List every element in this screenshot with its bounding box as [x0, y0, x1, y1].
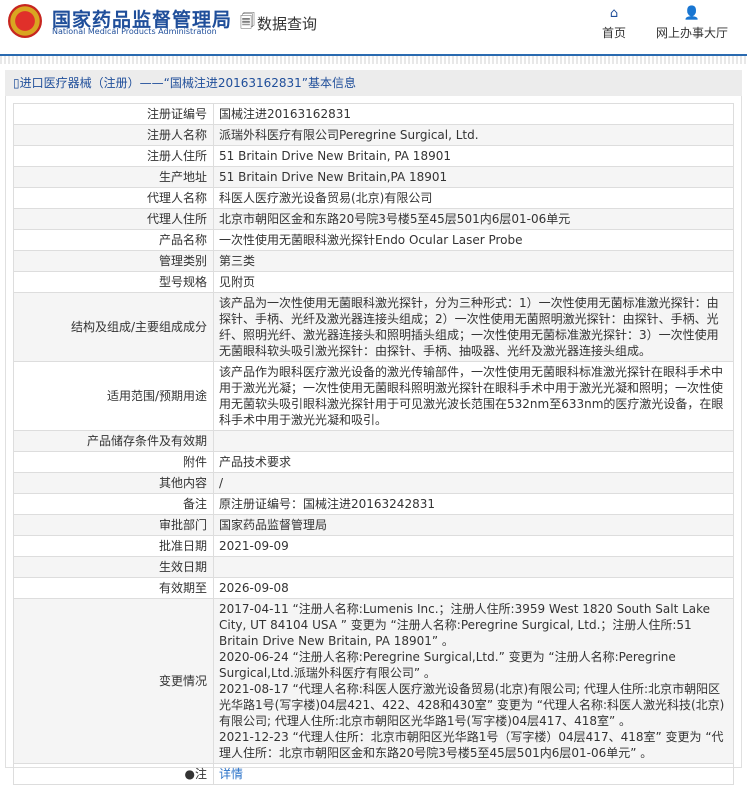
field-value: / [213, 472, 734, 494]
document-icon: ▯ [13, 76, 20, 90]
breadcrumb: ▯进口医疗器械（注册）——“国械注进20163162831”基本信息 [5, 70, 742, 96]
field-label: 附件 [13, 451, 214, 473]
table-row: 审批部门 国家药品监督管理局 [13, 514, 734, 536]
details-link[interactable]: 详情 [219, 767, 243, 781]
field-label: 代理人住所 [13, 208, 214, 230]
field-value: 一次性使用无菌眼科激光探针Endo Ocular Laser Probe [213, 229, 734, 251]
table-row: 生产地址 51 Britain Drive New Britain,PA 1890… [13, 166, 734, 188]
field-label: 备注 [13, 493, 214, 515]
field-value: 51 Britain Drive New Britain, PA 18901 [213, 145, 734, 167]
field-label: 注册证编号 [13, 103, 214, 125]
field-label: 代理人名称 [13, 187, 214, 209]
table-row: 注册人住所 51 Britain Drive New Britain, PA 18… [13, 145, 734, 167]
field-value: 见附页 [213, 271, 734, 293]
table-row: 生效日期 [13, 556, 734, 578]
table-row: 代理人名称 科医人医疗激光设备贸易(北京)有限公司 [13, 187, 734, 209]
changes-value: 2017-04-11 “注册人名称:Lumenis Inc.；注册人住所:395… [213, 598, 734, 764]
field-value: 2026-09-08 [213, 577, 734, 599]
field-label: 有效期至 [13, 577, 214, 599]
field-label: 审批部门 [13, 514, 214, 536]
field-value [213, 556, 734, 578]
national-emblem-logo [8, 4, 42, 38]
data-query-label: 数据查询 [257, 15, 318, 33]
table-row: 结构及组成/主要组成成分 该产品为一次性使用无菌眼科激光探针，分为三种形式：1）一… [13, 292, 734, 362]
change-entry: 2017-04-11 “注册人名称:Lumenis Inc.；注册人住所:395… [219, 602, 711, 648]
user-icon: 👤 [683, 6, 701, 21]
nav-online-hall[interactable]: 👤 网上办事大厅 [656, 6, 728, 41]
change-entry: 2021-12-23 “代理人住所：北京市朝阳区光华路1号（写字楼）04层417… [219, 730, 724, 760]
field-label: ●注 [13, 763, 214, 785]
table-row: 产品名称 一次性使用无菌眼科激光探针Endo Ocular Laser Probe [13, 229, 734, 251]
field-value: 第三类 [213, 250, 734, 272]
table-row: 其他内容 / [13, 472, 734, 494]
detail-table: 注册证编号 国械注进20163162831 注册人名称 派瑞外科医疗有限公司Pereg… [13, 103, 734, 785]
field-value: 国家药品监督管理局 [213, 514, 734, 536]
document-search-icon: 🗐 [240, 12, 255, 30]
table-row: 注册证编号 国械注进20163162831 [13, 103, 734, 125]
table-row: 代理人住所 北京市朝阳区金和东路20号院3号楼5至45层501内6层01-06单元 [13, 208, 734, 230]
table-row-note: ●注 详情 [13, 763, 734, 785]
field-label: 注册人住所 [13, 145, 214, 167]
field-label: 变更情况 [13, 598, 214, 764]
table-row: 型号规格 见附页 [13, 271, 734, 293]
table-row: 批准日期 2021-09-09 [13, 535, 734, 557]
field-value: 该产品为一次性使用无菌眼科激光探针，分为三种形式：1）一次性使用无菌标准激光探针… [213, 292, 734, 362]
change-entry: 2021-08-17 “代理人名称:科医人医疗激光设备贸易(北京)有限公司; 代… [219, 682, 725, 728]
table-row: 产品储存条件及有效期 [13, 430, 734, 452]
field-label: 管理类别 [13, 250, 214, 272]
field-label: 结构及组成/主要组成成分 [13, 292, 214, 362]
divider [0, 56, 747, 64]
detail-panel: 注册证编号 国械注进20163162831 注册人名称 派瑞外科医疗有限公司Pereg… [5, 96, 742, 785]
logo-subtitle: National Medical Products Administration [52, 27, 217, 36]
data-query-title: 🗐 数据查询 [240, 11, 317, 36]
table-row: 附件 产品技术要求 [13, 451, 734, 473]
table-row: 注册人名称 派瑞外科医疗有限公司Peregrine Surgical, Ltd. [13, 124, 734, 146]
field-value: 国械注进20163162831 [213, 103, 734, 125]
note-label: 注 [194, 767, 207, 781]
field-value [213, 430, 734, 452]
field-value: 原注册证编号：国械注进20163242831 [213, 493, 734, 515]
field-value: 科医人医疗激光设备贸易(北京)有限公司 [213, 187, 734, 209]
field-label: 生产地址 [13, 166, 214, 188]
field-value: 派瑞外科医疗有限公司Peregrine Surgical, Ltd. [213, 124, 734, 146]
breadcrumb-text: 进口医疗器械（注册）——“国械注进20163162831”基本信息 [19, 76, 357, 90]
site-header: 国家药品监督管理局 National Medical Products Admi… [0, 0, 747, 56]
table-row: 有效期至 2026-09-08 [13, 577, 734, 599]
field-label: 注册人名称 [13, 124, 214, 146]
field-label: 其他内容 [13, 472, 214, 494]
home-icon: ⌂ [609, 6, 619, 21]
field-label: 产品名称 [13, 229, 214, 251]
table-row: 备注 原注册证编号：国械注进20163242831 [13, 493, 734, 515]
change-entry: 2020-06-24 “注册人名称:Peregrine Surgical,Ltd… [219, 650, 676, 680]
field-label: 适用范围/预期用途 [13, 361, 214, 431]
table-row: 适用范围/预期用途 该产品作为眼科医疗激光设备的激光传输部件，一次性使用无菌眼科标… [13, 361, 734, 431]
nav-home[interactable]: ⌂ 首页 [602, 6, 626, 41]
field-label: 生效日期 [13, 556, 214, 578]
field-label: 批准日期 [13, 535, 214, 557]
field-value: 北京市朝阳区金和东路20号院3号楼5至45层501内6层01-06单元 [213, 208, 734, 230]
nav-online-hall-label: 网上办事大厅 [656, 26, 729, 40]
field-value: 产品技术要求 [213, 451, 734, 473]
table-row: 管理类别 第三类 [13, 250, 734, 272]
field-value: 该产品作为眼科医疗激光设备的激光传输部件，一次性使用无菌眼科标准激光探针在眼科手… [213, 361, 734, 431]
table-row-changes: 变更情况 2017-04-11 “注册人名称:Lumenis Inc.；注册人住所… [13, 598, 734, 764]
nav-home-label: 首页 [602, 26, 627, 40]
pin-icon: ● [184, 767, 195, 781]
field-value: 51 Britain Drive New Britain,PA 18901 [213, 166, 734, 188]
field-label: 产品储存条件及有效期 [13, 430, 214, 452]
field-label: 型号规格 [13, 271, 214, 293]
field-value: 2021-09-09 [213, 535, 734, 557]
